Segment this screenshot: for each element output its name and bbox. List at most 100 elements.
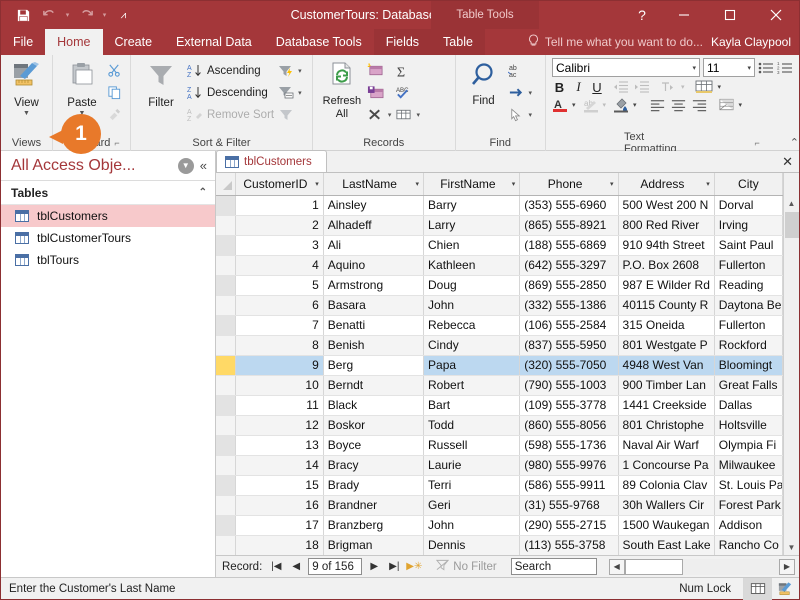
font-name-combo[interactable]: Calibri ▾ <box>552 58 700 77</box>
align-left-icon[interactable] <box>649 98 666 112</box>
descending-button[interactable]: ZA Descending <box>185 82 276 103</box>
font-size-dropdown-icon[interactable]: ▾ <box>747 64 751 72</box>
cell-phone[interactable]: (188) 555-6869 <box>519 235 619 256</box>
table-row[interactable]: 12 Boskor Todd (860) 555-8056 801 Christophe… <box>216 415 784 436</box>
table-row[interactable]: 7 Benatti Rebecca (106) 555-2584 315 Oneida F… <box>216 315 784 336</box>
row-selector[interactable] <box>216 375 236 396</box>
column-header-address[interactable]: Address ▾ <box>618 173 715 196</box>
advanced-filter-dropdown-icon[interactable]: ▾ <box>298 89 302 97</box>
cell-phone[interactable]: (980) 555-9976 <box>519 455 619 476</box>
cell-address[interactable]: 30h Wallers Cir <box>618 495 715 516</box>
cell-firstname[interactable]: Geri <box>423 495 521 516</box>
cell-city[interactable]: Fullerton <box>714 315 784 336</box>
cell-phone[interactable]: (642) 555-3297 <box>519 255 619 276</box>
record-position-input[interactable]: 9 of 156 <box>308 558 363 575</box>
ascending-button[interactable]: AZ Ascending <box>185 60 276 81</box>
toggle-filter-button[interactable]: ▾ <box>276 60 304 81</box>
new-blank-record-icon[interactable]: ▶✳ <box>406 558 422 576</box>
cell-customerid[interactable]: 5 <box>235 275 324 296</box>
scroll-down-icon[interactable]: ▼ <box>783 539 799 555</box>
cell-firstname[interactable]: Bart <box>423 395 521 416</box>
table-row[interactable]: 9 Berg Papa (320) 555-7050 4948 West Van Bloo… <box>216 354 784 376</box>
goto-dropdown-icon[interactable]: ▾ <box>529 89 533 97</box>
font-size-combo[interactable]: 11 ▾ <box>703 58 755 77</box>
cell-address[interactable]: 987 E Wilder Rd <box>618 275 715 296</box>
collapse-ribbon-icon[interactable]: ⌃ <box>790 136 799 149</box>
table-row[interactable]: 17 Branzberg John (290) 555-2715 1500 Waukeg… <box>216 515 784 536</box>
cell-customerid[interactable]: 16 <box>235 495 324 516</box>
row-selector[interactable] <box>216 415 236 436</box>
cell-city[interactable]: Fullerton <box>714 255 784 276</box>
cell-lastname[interactable]: Berg <box>322 354 425 376</box>
cell-address[interactable]: 500 West 200 N <box>618 195 715 216</box>
table-row[interactable]: 13 Boyce Russell (598) 555-1736 Naval Air Wa… <box>216 435 784 456</box>
cell-phone[interactable]: (320) 555-7050 <box>519 355 619 376</box>
row-selector[interactable] <box>216 515 236 536</box>
cell-phone[interactable]: (598) 555-1736 <box>519 435 619 456</box>
cell-city[interactable]: St. Louis Pa <box>714 475 784 496</box>
vertical-scrollbar[interactable]: ▲ ▼ <box>783 173 799 555</box>
cell-customerid[interactable]: 4 <box>235 255 324 276</box>
selection-filter-button[interactable] <box>276 104 304 125</box>
row-selector[interactable] <box>216 535 236 555</box>
row-selector[interactable] <box>216 195 236 216</box>
paste-button[interactable]: Paste ▼ <box>59 59 105 117</box>
nav-group-tables[interactable]: Tables ⌃ <box>1 181 215 205</box>
cell-firstname[interactable]: Chien <box>423 235 521 256</box>
cell-customerid[interactable]: 10 <box>235 375 324 396</box>
cell-phone[interactable]: (860) 555-8056 <box>519 415 619 436</box>
cell-firstname[interactable]: Rebecca <box>423 315 521 336</box>
tab-database-tools[interactable]: Database Tools <box>264 29 374 55</box>
font-color-icon[interactable]: A <box>552 97 568 113</box>
datasheet-view-icon[interactable] <box>743 577 771 600</box>
advanced-filter-button[interactable]: ▾ <box>276 82 304 103</box>
cell-lastname[interactable]: Basara <box>323 295 425 316</box>
row-selector[interactable] <box>216 475 236 496</box>
table-row[interactable]: 15 Brady Terri (586) 555-9911 89 Colonia Cla… <box>216 475 784 496</box>
row-selector[interactable] <box>216 335 236 356</box>
totals-button[interactable]: Σ <box>393 60 422 81</box>
cell-lastname[interactable]: Benatti <box>323 315 425 336</box>
cell-address[interactable]: 801 Christophe <box>618 415 715 436</box>
horizontal-scroll-track[interactable] <box>682 558 779 575</box>
tell-me-box[interactable]: Tell me what you want to do... <box>527 33 703 51</box>
column-header-customerid[interactable]: CustomerID ▾ <box>235 173 324 196</box>
more-records-dropdown-icon[interactable]: ▾ <box>416 111 420 119</box>
cell-firstname[interactable]: John <box>423 295 521 316</box>
cell-customerid[interactable]: 2 <box>235 215 324 236</box>
cell-phone[interactable]: (837) 555-5950 <box>519 335 619 356</box>
cell-phone[interactable]: (31) 555-9768 <box>519 495 619 516</box>
cell-firstname[interactable]: Kathleen <box>423 255 521 276</box>
cell-lastname[interactable]: Bracy <box>323 455 425 476</box>
format-painter-button[interactable] <box>105 104 124 125</box>
cell-customerid[interactable]: 8 <box>235 335 324 356</box>
chevron-down-icon[interactable]: ▾ <box>610 180 614 188</box>
minimize-button[interactable] <box>661 1 707 29</box>
cell-lastname[interactable]: Alhadeff <box>323 215 425 236</box>
alternate-row-color-dropdown-icon[interactable]: ▾ <box>739 101 743 109</box>
table-row[interactable]: 10 Berndt Robert (790) 555-1003 900 Timber L… <box>216 375 784 396</box>
italic-button[interactable]: I <box>572 79 585 95</box>
remove-sort-button[interactable]: AZ Remove Sort <box>185 104 276 125</box>
chevron-down-icon[interactable]: ▾ <box>706 180 710 188</box>
shutter-bar-collapse-icon[interactable]: « <box>198 158 209 173</box>
cell-phone[interactable]: (113) 555-3758 <box>519 535 619 555</box>
cell-phone[interactable]: (865) 555-8921 <box>519 215 619 236</box>
spelling-button[interactable]: ABC <box>393 82 422 103</box>
row-selector[interactable] <box>216 395 236 416</box>
text-direction-icon[interactable] <box>660 80 676 94</box>
decrease-indent-icon[interactable] <box>613 80 629 94</box>
row-selector[interactable] <box>216 355 236 376</box>
cell-customerid[interactable]: 13 <box>235 435 324 456</box>
new-record-button[interactable] <box>365 60 394 81</box>
cell-address[interactable]: 900 Timber Lan <box>618 375 715 396</box>
cell-city[interactable]: Saint Paul <box>714 235 784 256</box>
select-all-button[interactable] <box>216 173 236 196</box>
row-selector[interactable] <box>216 495 236 516</box>
cell-city[interactable]: Great Falls <box>714 375 784 396</box>
cell-lastname[interactable]: Benish <box>323 335 425 356</box>
bulleted-list-icon[interactable] <box>758 61 774 75</box>
cell-phone[interactable]: (586) 555-9911 <box>519 475 619 496</box>
cell-customerid[interactable]: 6 <box>235 295 324 316</box>
cell-address[interactable]: 89 Colonia Clav <box>618 475 715 496</box>
